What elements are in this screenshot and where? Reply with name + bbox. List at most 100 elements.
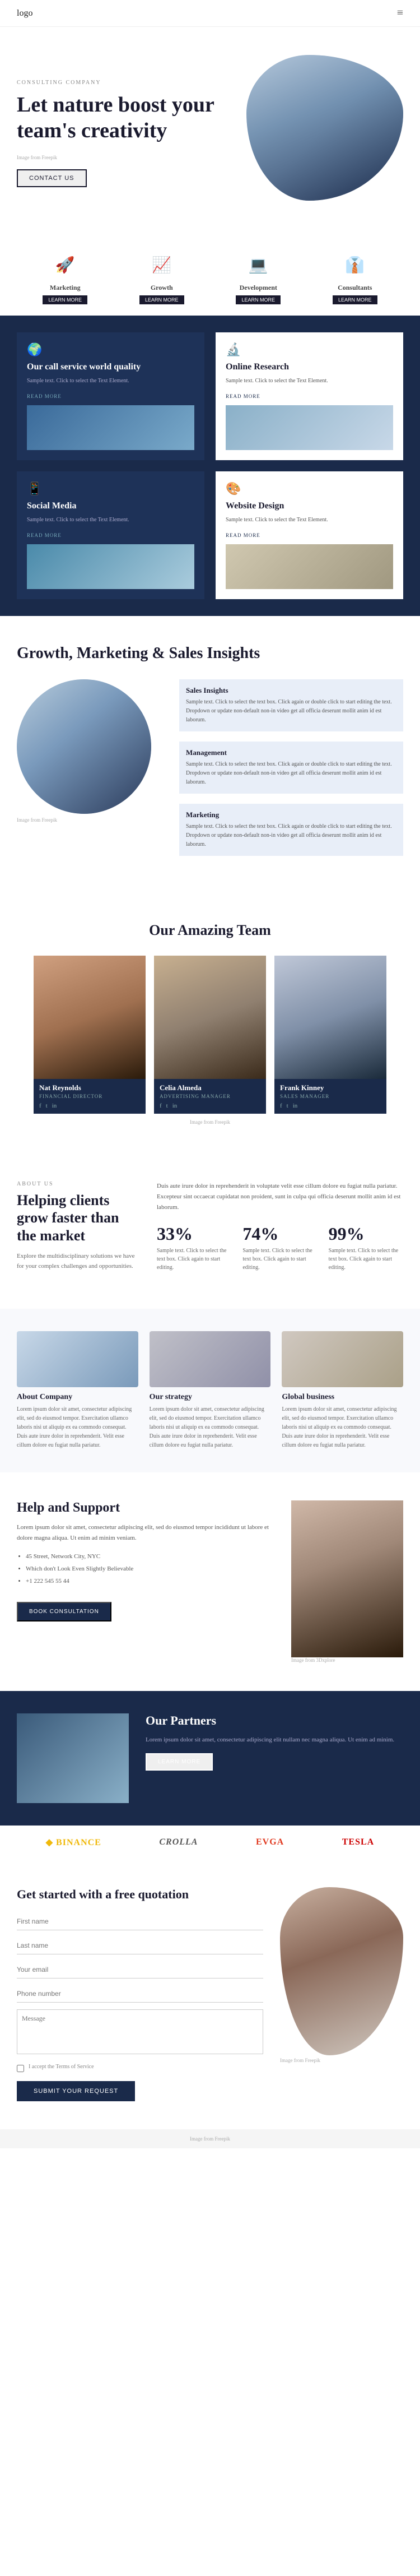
linkedin-icon-celia[interactable]: in — [172, 1102, 178, 1109]
book-consultation-button[interactable]: BOOK CONSULTATION — [17, 1602, 111, 1621]
form-image — [280, 1887, 403, 2055]
stat-33: 33% Sample text. Click to select the tex… — [157, 1224, 231, 1272]
team-photo-nat — [34, 956, 146, 1079]
team-member-3: Frank Kinney SALES MANAGER f t in — [274, 956, 386, 1114]
call-service-title-2: Online Research — [226, 362, 393, 373]
marketing-icon: 🚀 — [51, 251, 79, 279]
terms-checkbox[interactable] — [17, 2065, 24, 2072]
call-service-title-1: Our call service world quality — [27, 362, 194, 373]
stat-99-num: 99% — [329, 1224, 403, 1244]
call-service-section: 🌍 Our call service world quality Sample … — [0, 316, 420, 616]
hero-tag: CONSULTING COMPANY — [17, 80, 235, 86]
call-service-text-3: Sample text. Click to select the Text El… — [27, 516, 194, 524]
team-name-bar-3: Frank Kinney SALES MANAGER f t in — [274, 1079, 386, 1114]
design-icon: 🎨 — [226, 481, 393, 496]
facebook-icon-frank[interactable]: f — [280, 1102, 282, 1109]
growth-learn-more[interactable]: LEARN MORE — [139, 295, 184, 304]
call-service-readmore-2[interactable]: READ MORE — [226, 393, 260, 399]
form-title: Get started with a free quotation — [17, 1887, 263, 1902]
insight-sales-title: Sales Insights — [186, 686, 396, 695]
call-service-readmore-3[interactable]: READ MORE — [27, 532, 62, 538]
menu-icon[interactable]: ≡ — [397, 7, 403, 20]
stat-33-text: Sample text. Click to select the text bo… — [157, 1247, 231, 1272]
about-lede: Duis aute irure dolor in reprehenderit i… — [157, 1181, 403, 1212]
service-marketing: 🚀 Marketing LEARN MORE — [43, 251, 87, 304]
growth-title: Growth, Marketing & Sales Insights — [17, 644, 403, 663]
growth-img-credit: Image from Freepik — [17, 817, 162, 823]
team-img-credit: Image from Freepik — [11, 1119, 409, 1125]
email-input[interactable] — [17, 1961, 263, 1979]
contact-us-button[interactable]: CONTACT US — [17, 169, 87, 187]
partners-title: Our Partners — [146, 1713, 403, 1728]
call-service-text-1: Sample text. Click to select the Text El… — [27, 377, 194, 385]
twitter-icon-celia[interactable]: t — [166, 1102, 168, 1109]
team-name-bar-2: Celia Almeda ADVERTISING MANAGER f t in — [154, 1079, 266, 1114]
insight-marketing: Marketing Sample text. Click to select t… — [179, 804, 403, 856]
team-role-nat: FINANCIAL DIRECTOR — [39, 1094, 140, 1099]
marketing-learn-more[interactable]: LEARN MORE — [43, 295, 87, 304]
team-photo-celia — [154, 956, 266, 1079]
help-list: 45 Street, Network City, NYC Which don't… — [17, 1550, 274, 1587]
last-name-input[interactable] — [17, 1937, 263, 1954]
help-section: Help and Support Lorem ipsum dolor sit a… — [0, 1472, 420, 1691]
call-service-card-3: 📱 Social Media Sample text. Click to sel… — [17, 471, 204, 599]
team-role-celia: ADVERTISING MANAGER — [160, 1094, 260, 1099]
strategy-about-company: About Company Lorem ipsum dolor sit amet… — [17, 1331, 138, 1450]
strategy-our-strategy: Our strategy Lorem ipsum dolor sit amet,… — [150, 1331, 271, 1450]
development-learn-more[interactable]: LEARN MORE — [236, 295, 281, 304]
team-name-bar-1: Nat Reynolds FINANCIAL DIRECTOR f t in — [34, 1079, 146, 1114]
partners-text: Lorem ipsum dolor sit amet, consectetur … — [146, 1735, 403, 1745]
partners-learn-more-button[interactable]: LEARN MORE — [146, 1753, 213, 1771]
navbar: logo ≡ — [0, 0, 420, 27]
call-service-title-3: Social Media — [27, 501, 194, 512]
help-image — [291, 1500, 403, 1657]
call-service-image-1 — [27, 405, 194, 450]
form-img-credit: Image from Freepik — [280, 2058, 403, 2063]
partners-logos-bar: ◆ BINANCE CROLLA EVGA TESLA — [0, 1826, 420, 1859]
research-icon: 🔬 — [226, 342, 393, 357]
submit-button[interactable]: Submit your request — [17, 2081, 135, 2101]
linkedin-icon-nat[interactable]: in — [52, 1102, 57, 1109]
hero-img-credit: Image from Freepik — [17, 155, 235, 160]
twitter-icon-frank[interactable]: t — [287, 1102, 288, 1109]
first-name-input[interactable] — [17, 1913, 263, 1930]
strategy-global-business: Global business Lorem ipsum dolor sit am… — [282, 1331, 403, 1450]
call-service-image-4 — [226, 544, 393, 589]
service-consultants-label: Consultants — [333, 284, 377, 292]
facebook-icon-celia[interactable]: f — [160, 1102, 162, 1109]
message-textarea[interactable] — [17, 2009, 263, 2054]
consultants-learn-more[interactable]: LEARN MORE — [333, 295, 377, 304]
team-name-frank: Frank Kinney — [280, 1083, 381, 1092]
hero-title: Let nature boost your team's creativity — [17, 92, 235, 143]
team-name-celia: Celia Almeda — [160, 1083, 260, 1092]
call-service-text-2: Sample text. Click to select the Text El… — [226, 377, 393, 385]
call-service-readmore-4[interactable]: READ MORE — [226, 532, 260, 538]
global-business-image — [282, 1331, 403, 1387]
help-list-item-2: Which don't Look Even Slightly Believabl… — [26, 1563, 274, 1575]
call-service-title-4: Website Design — [226, 501, 393, 512]
call-service-readmore-1[interactable]: READ MORE — [27, 393, 62, 399]
call-service-text-4: Sample text. Click to select the Text El… — [226, 516, 393, 524]
world-icon: 🌍 — [27, 342, 194, 357]
facebook-icon-nat[interactable]: f — [39, 1102, 41, 1109]
consultants-icon: 👔 — [341, 251, 369, 279]
twitter-icon-nat[interactable]: t — [46, 1102, 48, 1109]
partners-section: Our Partners Lorem ipsum dolor sit amet,… — [0, 1691, 420, 1859]
our-strategy-title: Our strategy — [150, 1393, 271, 1402]
help-img-credit: Image from 3Dxplore — [291, 1657, 403, 1663]
service-consultants: 👔 Consultants LEARN MORE — [333, 251, 377, 304]
hero-image — [235, 55, 403, 212]
evga-logo: EVGA — [256, 1837, 284, 1847]
development-icon: 💻 — [244, 251, 272, 279]
call-service-card-2: 🔬 Online Research Sample text. Click to … — [216, 332, 403, 460]
help-list-item-3: +1 222 545 55 44 — [26, 1575, 274, 1587]
growth-section: Growth, Marketing & Sales Insights Image… — [0, 616, 420, 895]
stat-33-num: 33% — [157, 1224, 231, 1244]
linkedin-icon-frank[interactable]: in — [293, 1102, 298, 1109]
insight-management-title: Management — [186, 748, 396, 757]
team-section: Our Amazing Team Nat Reynolds FINANCIAL … — [0, 894, 420, 1153]
insight-management: Management Sample text. Click to select … — [179, 742, 403, 794]
call-service-card-1: 🌍 Our call service world quality Sample … — [17, 332, 204, 460]
phone-input[interactable] — [17, 1985, 263, 2003]
social-icon: 📱 — [27, 481, 194, 496]
